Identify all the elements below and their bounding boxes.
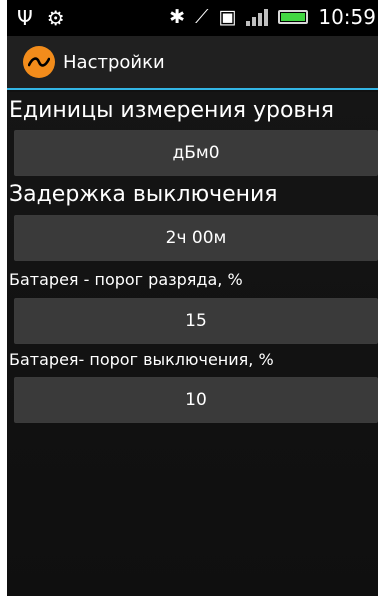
status-bar: Ψ ⚙ ✱ ⟋ ▣ 10:59 <box>7 0 378 36</box>
gps-off-icon: ⟋ <box>195 6 209 28</box>
battery-shutdown-field[interactable]: 10 <box>14 377 378 423</box>
setting-label-units: Единицы измерения уровня <box>9 98 334 123</box>
page-title: Настройки <box>63 51 165 73</box>
signal-icon <box>246 8 269 26</box>
notification-icon: ▣ <box>218 6 237 28</box>
shutdown-delay-select[interactable]: 2ч 00м <box>14 215 378 261</box>
clock: 10:59 <box>318 5 376 29</box>
units-select[interactable]: дБм0 <box>14 130 378 176</box>
action-bar: Настройки <box>7 36 378 90</box>
setting-label-battery-shutdown: Батарея- порог выключения, % <box>9 350 274 369</box>
usb-icon: Ψ <box>17 6 33 30</box>
sine-wave-icon[interactable] <box>23 46 55 78</box>
status-right-icons: ✱ ⟋ ▣ 10:59 <box>169 5 376 29</box>
android-debug-icon: ⚙ <box>46 6 65 30</box>
battery-icon <box>278 10 309 24</box>
bluetooth-icon: ✱ <box>169 6 186 28</box>
setting-label-battery-discharge: Батарея - порог разряда, % <box>9 270 243 289</box>
battery-discharge-field[interactable]: 15 <box>14 298 378 344</box>
phone-screen: Ψ ⚙ ✱ ⟋ ▣ 10:59 Настройки Единицы измере… <box>0 0 378 599</box>
setting-label-shutdown-delay: Задержка выключения <box>9 182 278 207</box>
status-left-icons: Ψ ⚙ <box>17 6 65 30</box>
settings-list: Единицы измерения уровня дБм0 Задержка в… <box>7 92 378 596</box>
